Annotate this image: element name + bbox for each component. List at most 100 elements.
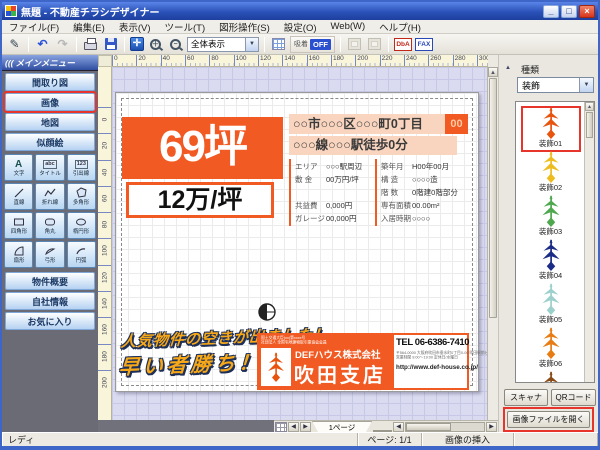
decoration-label: 装飾03: [539, 227, 562, 236]
polygon-icon: [75, 186, 87, 200]
tool-leader-line[interactable]: 123 引出線: [67, 154, 96, 181]
menu-item[interactable]: ヘルプ(H): [372, 20, 428, 34]
tool-text[interactable]: A 文字: [4, 154, 33, 181]
tool-bow[interactable]: 弓形: [35, 241, 64, 268]
snap-toggle-button[interactable]: 吸着 OFF: [290, 36, 335, 53]
sidebar-item-floorplan[interactable]: 間取り図: [5, 73, 95, 91]
collapse-panel-icon[interactable]: ▲: [505, 65, 511, 71]
decoration-item[interactable]: 装飾02: [522, 151, 580, 195]
decoration-item[interactable]: 装飾01: [522, 107, 580, 151]
tool-title[interactable]: abc タイトル: [35, 154, 64, 181]
maximize-button[interactable]: □: [561, 5, 577, 18]
qr-code-button[interactable]: QRコード: [551, 389, 596, 406]
flyer-address-line1[interactable]: ○○市○○○区○○○町0丁目 00: [289, 114, 468, 134]
canvas-horizontal-scrollbar[interactable]: [405, 422, 485, 432]
scanner-button[interactable]: スキャナ: [504, 389, 548, 406]
flyer-company-block[interactable]: 国土交通大臣(xx)第xxxx号 社団法人 全国宅地建物取引業協会会員: [257, 333, 392, 390]
sidebar-item-property-summary[interactable]: 物件概要: [5, 272, 95, 290]
flyer-spec-table-right[interactable]: 築年月H00年00月 構 造○○○○造 階 数0階建0階部分 専有面積00.00…: [375, 159, 475, 226]
close-button[interactable]: ×: [579, 5, 595, 18]
ellipse-icon: [75, 215, 87, 229]
paste-disabled-button[interactable]: [366, 36, 383, 53]
menu-item[interactable]: 表示(V): [112, 20, 158, 34]
undo-button[interactable]: ↶: [34, 36, 51, 53]
scroll-up-icon[interactable]: ▲: [488, 67, 498, 77]
sidebar-item-map[interactable]: 地図: [5, 113, 95, 131]
tool-ellipse[interactable]: 楕円形: [67, 212, 96, 239]
flyer-area-object[interactable]: 69坪: [122, 117, 283, 179]
next-page-button[interactable]: ▶: [300, 422, 311, 432]
decoration-item[interactable]: 装飾06: [522, 327, 580, 371]
zoom-level-value: 全体表示: [188, 38, 245, 50]
redo-button[interactable]: ↷: [54, 36, 71, 53]
canvas[interactable]: 69坪 12万/坪 ○○市○○○区○○○町0丁目 00 ○○○線○○○駅徒歩0分…: [112, 67, 487, 420]
grid-toggle-button[interactable]: [270, 36, 287, 53]
copy-disabled-button[interactable]: [346, 36, 363, 53]
minimize-button[interactable]: _: [543, 5, 559, 18]
decoration-item[interactable]: [522, 371, 580, 383]
tool-arc[interactable]: 円弧: [67, 241, 96, 268]
list-scrollbar[interactable]: ▲: [584, 102, 594, 382]
tool-polygon[interactable]: 多角形: [67, 183, 96, 210]
decoration-label: 装飾04: [539, 271, 562, 280]
main-menu-header[interactable]: ((( メインメニュー: [2, 55, 98, 71]
title-bar[interactable]: 無題 - 不動産チラシデザイナー _ □ ×: [2, 2, 598, 20]
menu-item[interactable]: Web(W): [324, 21, 373, 32]
page-grid-icon[interactable]: [275, 422, 287, 432]
save-button[interactable]: [102, 36, 119, 53]
canvas-vertical-scrollbar[interactable]: ▲: [487, 67, 498, 420]
tool-rectangle[interactable]: 四角形: [4, 212, 33, 239]
snap-label: 吸着: [294, 39, 308, 49]
tool-sector[interactable]: 扇形: [4, 241, 33, 268]
print-button[interactable]: [82, 36, 99, 53]
image-panel: ▲ 種類 装飾 ▼: [498, 55, 598, 432]
scrollbar-thumb[interactable]: [586, 112, 593, 138]
scroll-left-icon[interactable]: ◀: [393, 422, 404, 432]
menu-bar: ファイル(F)編集(E)表示(V)ツール(T)図形操作(S)設定(O)Web(W…: [2, 20, 598, 34]
flyer-page[interactable]: 69坪 12万/坪 ○○市○○○区○○○町0丁目 00 ○○○線○○○駅徒歩0分…: [115, 92, 479, 392]
menu-item[interactable]: ファイル(F): [2, 20, 66, 34]
scroll-right-icon[interactable]: ▶: [486, 422, 497, 432]
tool-polyline[interactable]: 折れ線: [35, 183, 64, 210]
menu-item[interactable]: 設定(O): [277, 20, 324, 34]
open-image-file-button[interactable]: 画像ファイルを開く: [507, 411, 590, 428]
tool-line[interactable]: 直線: [4, 183, 33, 210]
type-select[interactable]: 装飾 ▼: [517, 77, 594, 93]
prev-page-button[interactable]: ◀: [288, 422, 299, 432]
fit-view-button[interactable]: ✛: [130, 37, 144, 51]
ruler-tick-label: 120: [98, 265, 111, 291]
select-tool-button[interactable]: ✎: [6, 36, 23, 53]
menu-item[interactable]: 編集(E): [66, 20, 112, 34]
dba-button[interactable]: DbA: [394, 38, 412, 51]
app-icon: [5, 5, 17, 17]
decoration-item[interactable]: 装飾04: [522, 239, 580, 283]
tool-rounded-rect[interactable]: 角丸: [35, 212, 64, 239]
flyer-spec-table-left[interactable]: エリア○○○駅周辺 敷 金00万円/坪 共益費0,000円 ガレージ00,000…: [289, 159, 374, 226]
scroll-up-icon[interactable]: ▲: [585, 102, 594, 111]
sidebar-item-company-info[interactable]: 自社情報: [5, 292, 95, 310]
menu-item[interactable]: ツール(T): [157, 20, 212, 34]
flyer-contact-block[interactable]: TEL 06-6386-7410 〒564-0000 大阪府吹田市垂水町0丁目0…: [392, 333, 469, 390]
flyer-address-line2[interactable]: ○○○線○○○駅徒歩0分: [289, 136, 457, 155]
sidebar-item-portrait[interactable]: 似顔絵: [5, 133, 95, 151]
zoom-level-select[interactable]: 全体表示 ▼: [187, 37, 259, 52]
sidebar-item-image[interactable]: 画像: [5, 93, 95, 111]
menu-item[interactable]: 図形操作(S): [212, 20, 277, 34]
scrollbar-thumb[interactable]: [406, 423, 451, 431]
sidebar-filler: [2, 330, 98, 432]
sidebar-item-favorites[interactable]: お気に入り: [5, 312, 95, 330]
compass-icon[interactable]: [256, 301, 278, 323]
decoration-item[interactable]: 装飾05: [522, 283, 580, 327]
scrollbar-thumb[interactable]: [489, 78, 497, 318]
ruler-tick-label: 60: [98, 186, 111, 212]
flyer-price-object[interactable]: 12万/坪: [126, 182, 274, 218]
bow-icon: [44, 244, 56, 258]
zoom-out-button[interactable]: −: [167, 36, 184, 53]
decoration-tree-icon: [540, 327, 562, 359]
fax-button[interactable]: FAX: [415, 38, 433, 51]
zoom-in-button[interactable]: ＋: [147, 36, 164, 53]
page-tab[interactable]: 1ページ: [312, 421, 372, 432]
decoration-item[interactable]: 装飾03: [522, 195, 580, 239]
ruler-tick-label: 140: [282, 55, 306, 66]
ruler-tick-label: 220: [380, 55, 404, 66]
